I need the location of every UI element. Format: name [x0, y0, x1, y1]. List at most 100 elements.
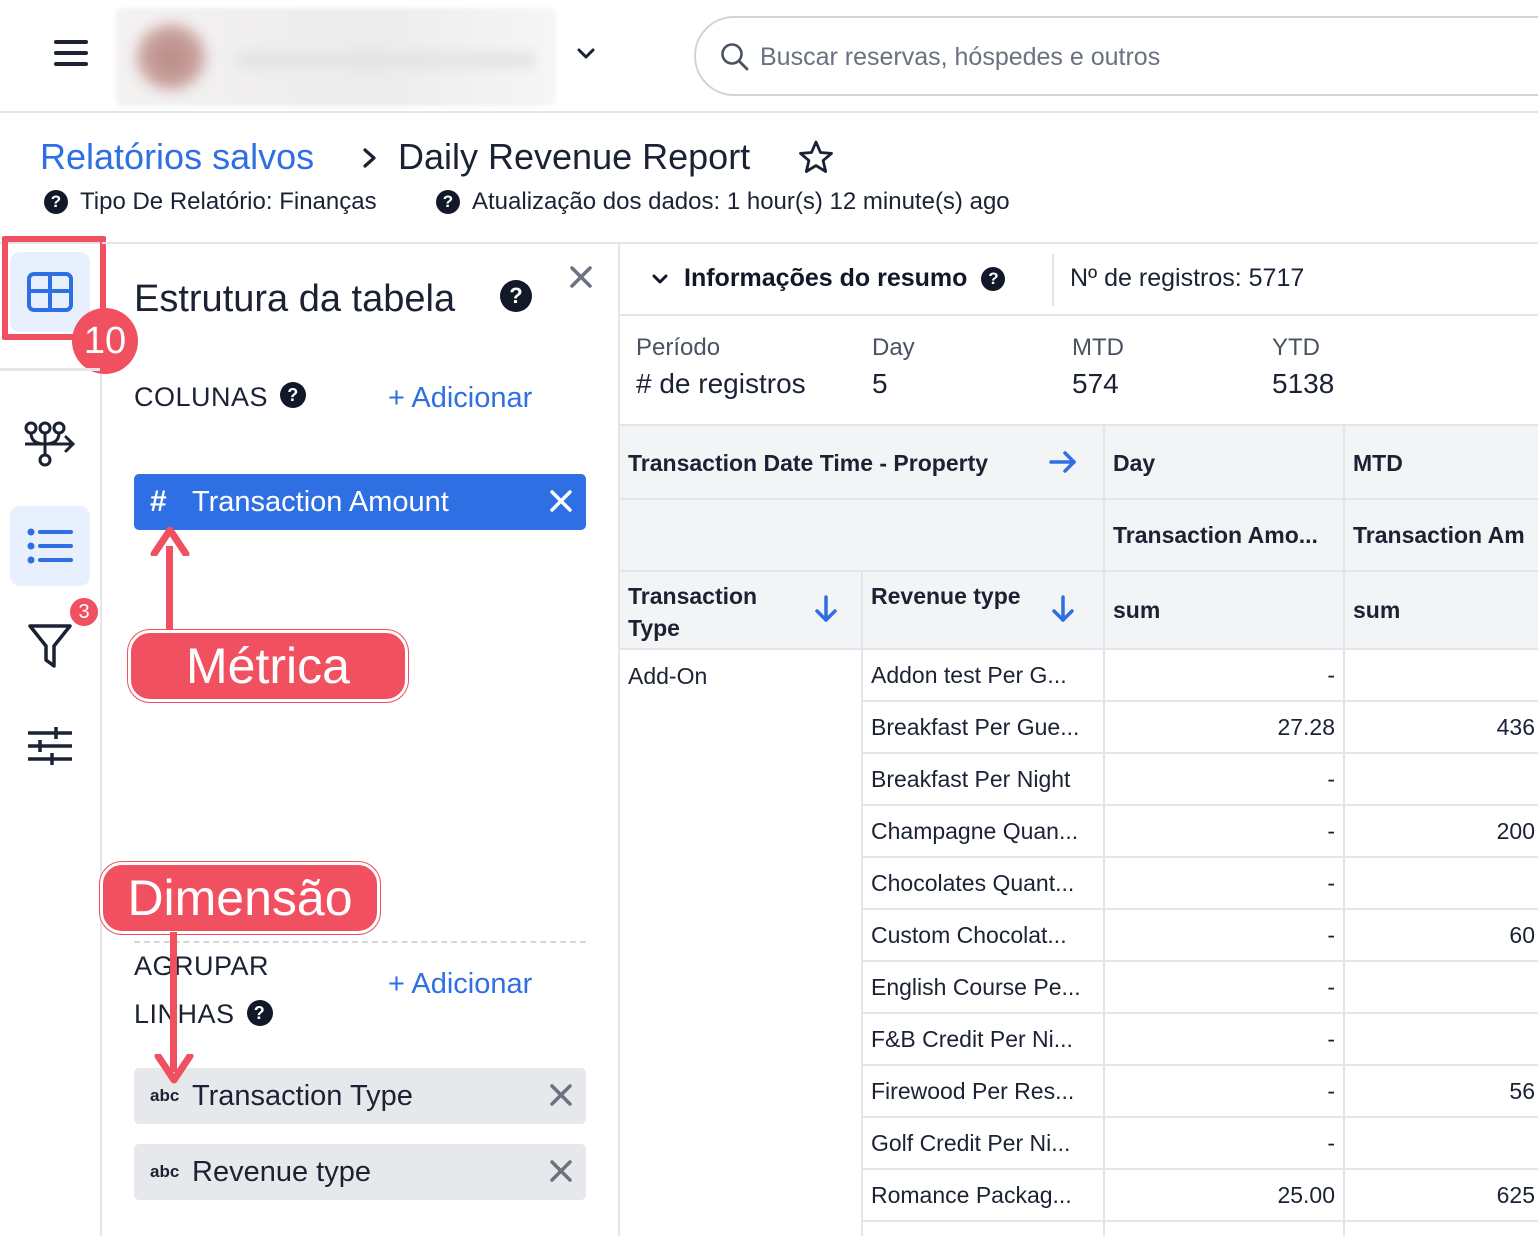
summary-row-label: # de registros: [636, 368, 806, 399]
summary-col-ytd: YTD 5138: [1272, 334, 1334, 400]
table-row-revenue-type: Champagne Quan...: [863, 806, 1105, 858]
menu-icon[interactable]: [54, 40, 88, 70]
table-row-revenue-type: Breakfast Per Night: [863, 754, 1105, 806]
table-cell-mtd: 56: [1345, 1066, 1538, 1118]
table-cell-mtd: [1345, 1118, 1538, 1170]
group-cell-add-on: Add-On: [620, 650, 863, 1236]
text-type-icon: abc: [150, 1162, 180, 1181]
row-header-transaction-type[interactable]: Transaction Type: [620, 572, 863, 650]
chip-label: Revenue type: [192, 1155, 371, 1188]
table-cell-mtd: [1345, 1014, 1538, 1066]
remove-icon[interactable]: [548, 1158, 574, 1184]
help-icon[interactable]: ?: [436, 190, 460, 214]
table-cell-day: -: [1105, 910, 1345, 962]
property-selector-blurred[interactable]: [116, 8, 556, 106]
report-type: ? Tipo De Relatório: Finanças: [44, 188, 377, 216]
measure-header-mtd: Transaction Am: [1345, 500, 1538, 572]
column-dimension-header: Transaction Date Time - Property: [620, 424, 1105, 500]
star-icon[interactable]: [796, 138, 836, 178]
arrow-right-icon[interactable]: [1048, 448, 1078, 476]
rail-flow[interactable]: [10, 404, 90, 484]
arrow-down-icon[interactable]: [814, 594, 838, 624]
chip-label: Transaction Type: [192, 1079, 413, 1112]
table-cell-day: 27.28: [1105, 702, 1345, 754]
remove-icon[interactable]: [548, 1082, 574, 1108]
help-icon[interactable]: ?: [246, 1000, 273, 1026]
search-input[interactable]: [760, 36, 1520, 78]
breadcrumb-saved-reports[interactable]: Relatórios salvos: [40, 136, 314, 178]
rail-list[interactable]: [10, 506, 90, 586]
annotation-dimension: Dimensão: [100, 862, 380, 934]
remove-icon[interactable]: [548, 488, 574, 514]
summary-value-day: 5: [872, 368, 888, 399]
data-update-text: Atualização dos dados: 1 hour(s) 12 minu…: [472, 188, 1010, 215]
filter-count-badge: 3: [68, 596, 100, 628]
summary-value-ytd: 5138: [1272, 368, 1335, 399]
table-row-revenue-type: Custom Chocolat...: [863, 910, 1105, 962]
add-column-button[interactable]: + Adicionar: [388, 382, 532, 415]
data-update: ? Atualização dos dados: 1 hour(s) 12 mi…: [436, 188, 1010, 216]
summary-value-mtd: 574: [1072, 368, 1119, 399]
header-spacer: [620, 500, 1105, 572]
pivot-table: Transaction Date Time - Property Day MTD…: [620, 424, 1538, 1236]
summary-grid: Período # de registros Day 5 MTD 574 YTD…: [620, 316, 1538, 424]
table-cell-mtd: [1345, 962, 1538, 1014]
help-icon[interactable]: ?: [500, 280, 532, 312]
table-cell-day: -: [1105, 1014, 1345, 1066]
dimension-chip-transaction-type[interactable]: abc Transaction Type: [134, 1068, 586, 1124]
summary-header: Informações do resumo ? Nº de registros:…: [620, 242, 1538, 316]
metric-chip-transaction-amount[interactable]: # Transaction Amount: [134, 474, 586, 530]
group-rows-label-line2: LINHAS: [134, 999, 235, 1029]
help-icon[interactable]: ?: [280, 382, 307, 408]
columns-label: COLUNAS?: [134, 382, 307, 413]
close-icon[interactable]: [568, 264, 594, 290]
help-icon[interactable]: ?: [981, 266, 1006, 291]
table-row-partial: [863, 1222, 1105, 1236]
table-row-partial: [1105, 1222, 1345, 1236]
table-row-revenue-type: Addon test Per G...: [863, 650, 1105, 702]
table-cell-mtd: [1345, 754, 1538, 806]
table-cell-day: -: [1105, 806, 1345, 858]
table-cell-mtd: [1345, 650, 1538, 702]
table-cell-mtd: 60: [1345, 910, 1538, 962]
table-cell-mtd: 625: [1345, 1170, 1538, 1222]
annotation-metric: Métrica: [128, 630, 408, 702]
column-dimension-label: Transaction Date Time - Property: [628, 450, 989, 476]
table-cell-day: -: [1105, 754, 1345, 806]
table-cell-day: 25.00: [1105, 1170, 1345, 1222]
search-icon: [721, 43, 749, 71]
chevron-right-icon: [363, 148, 376, 168]
sliders-icon: [28, 727, 72, 765]
summary-header-period: Período: [636, 334, 721, 361]
row-header-revenue-type[interactable]: Revenue type: [863, 572, 1105, 650]
search-box[interactable]: [694, 16, 1538, 96]
table-cell-day: -: [1105, 858, 1345, 910]
agg-header-day: sum: [1105, 572, 1345, 650]
panel-title: Estrutura da tabela: [134, 278, 456, 320]
page-title: Daily Revenue Report: [398, 136, 751, 177]
text-type-icon: abc: [150, 1086, 180, 1105]
report-type-text: Tipo De Relatório: Finanças: [80, 188, 377, 215]
help-icon[interactable]: ?: [44, 190, 68, 214]
flow-icon: [24, 421, 76, 467]
records-count: Nº de registros: 5717: [1070, 264, 1305, 292]
columns-label-text: COLUNAS: [134, 382, 269, 412]
add-group-button[interactable]: + Adicionar: [388, 968, 532, 1001]
summary-col-mtd: MTD 574: [1072, 334, 1124, 400]
summary-toggle[interactable]: Informações do resumo ?: [650, 264, 1006, 293]
arrow-down-icon: [154, 1054, 194, 1084]
summary-header-day: Day: [872, 334, 915, 361]
table-row-revenue-type: English Course Pe...: [863, 962, 1105, 1014]
chevron-down-icon[interactable]: [572, 40, 600, 68]
chip-label: Transaction Amount: [192, 485, 449, 518]
arrow-down-icon[interactable]: [1051, 594, 1075, 624]
dimension-chip-revenue-type[interactable]: abc Revenue type: [134, 1144, 586, 1200]
summary-toggle-label: Informações do resumo: [684, 264, 968, 292]
annotation-arrow-dimension: [170, 932, 177, 1072]
summary-header-ytd: YTD: [1272, 334, 1320, 361]
table-row-revenue-type: Golf Credit Per Ni...: [863, 1118, 1105, 1170]
table-cell-day: -: [1105, 1066, 1345, 1118]
rail-settings[interactable]: [10, 706, 90, 786]
table-row-partial: [1345, 1222, 1538, 1236]
period-header-mtd: MTD: [1345, 424, 1538, 500]
